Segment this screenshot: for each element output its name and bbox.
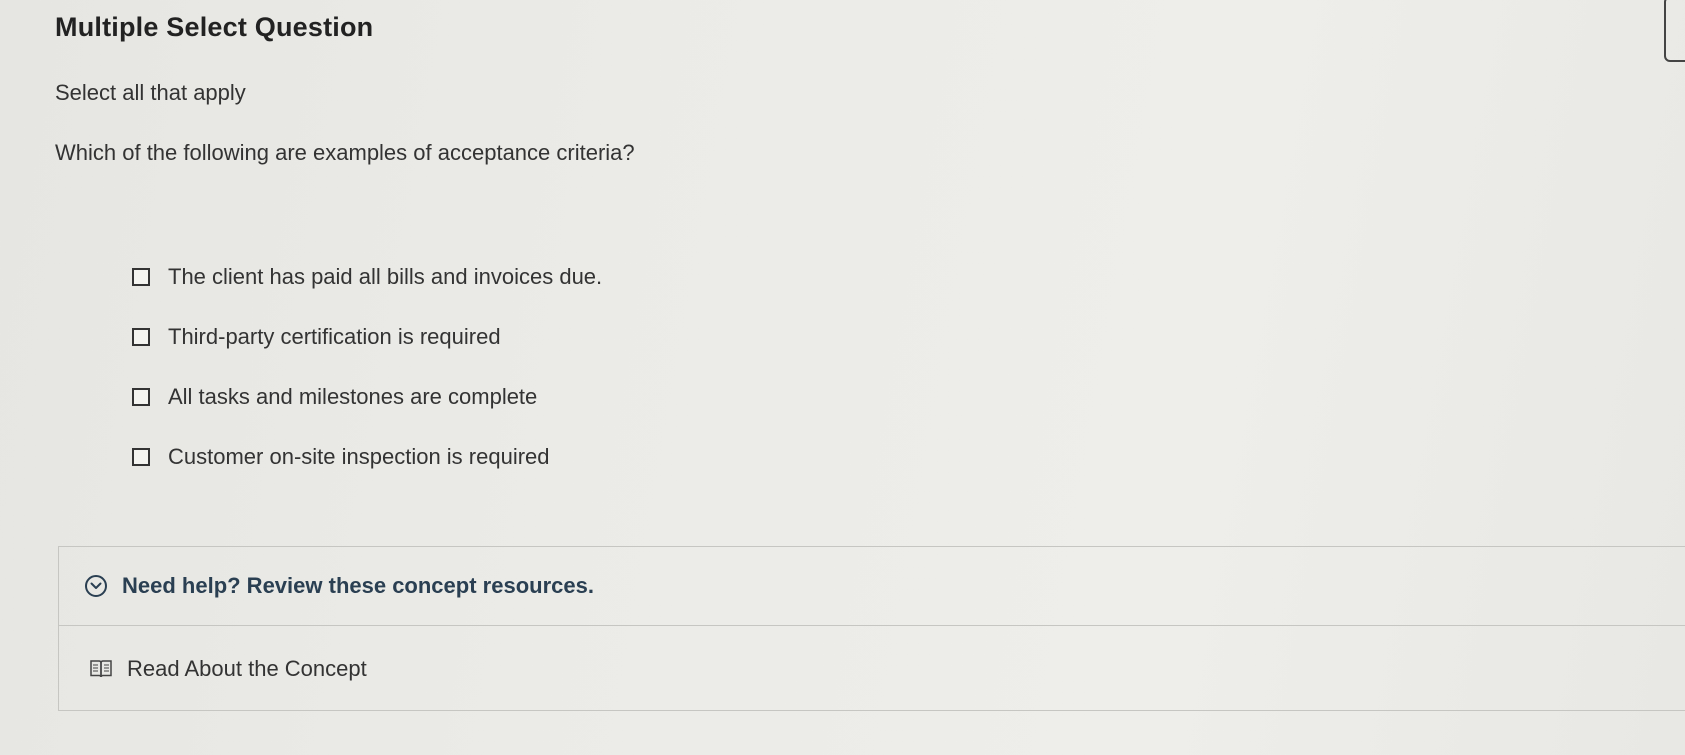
- question-prompt: Which of the following are examples of a…: [55, 140, 635, 165]
- choice-checkbox[interactable]: [132, 388, 150, 406]
- read-about-concept-link[interactable]: Read About the Concept: [59, 626, 1685, 712]
- chevron-down-circle-icon: [85, 575, 107, 597]
- answer-choice[interactable]: All tasks and milestones are complete: [132, 380, 602, 414]
- choice-checkbox[interactable]: [132, 448, 150, 466]
- concept-resources-toggle[interactable]: Need help? Review these concept resource…: [59, 547, 1685, 626]
- choice-checkbox[interactable]: [132, 328, 150, 346]
- answer-choice[interactable]: The client has paid all bills and invoic…: [132, 260, 602, 294]
- answer-choice[interactable]: Customer on-site inspection is required: [132, 440, 602, 474]
- side-panel-tab[interactable]: [1664, 0, 1685, 62]
- choice-label: All tasks and milestones are complete: [168, 384, 538, 409]
- choice-label: Third-party certification is required: [168, 324, 501, 349]
- question-type-heading: Multiple Select Question: [55, 12, 374, 42]
- resource-label: Read About the Concept: [127, 656, 367, 681]
- choice-label: The client has paid all bills and invoic…: [168, 264, 603, 289]
- choice-checkbox[interactable]: [132, 268, 150, 286]
- question-instruction: Select all that apply: [55, 80, 246, 105]
- answer-choice[interactable]: Third-party certification is required: [132, 320, 602, 354]
- concept-resources-panel: Need help? Review these concept resource…: [58, 546, 1685, 711]
- answer-choices: The client has paid all bills and invoic…: [132, 260, 602, 500]
- choice-label: Customer on-site inspection is required: [168, 444, 550, 469]
- book-icon: [89, 659, 113, 679]
- concept-resources-title: Need help? Review these concept resource…: [122, 573, 594, 598]
